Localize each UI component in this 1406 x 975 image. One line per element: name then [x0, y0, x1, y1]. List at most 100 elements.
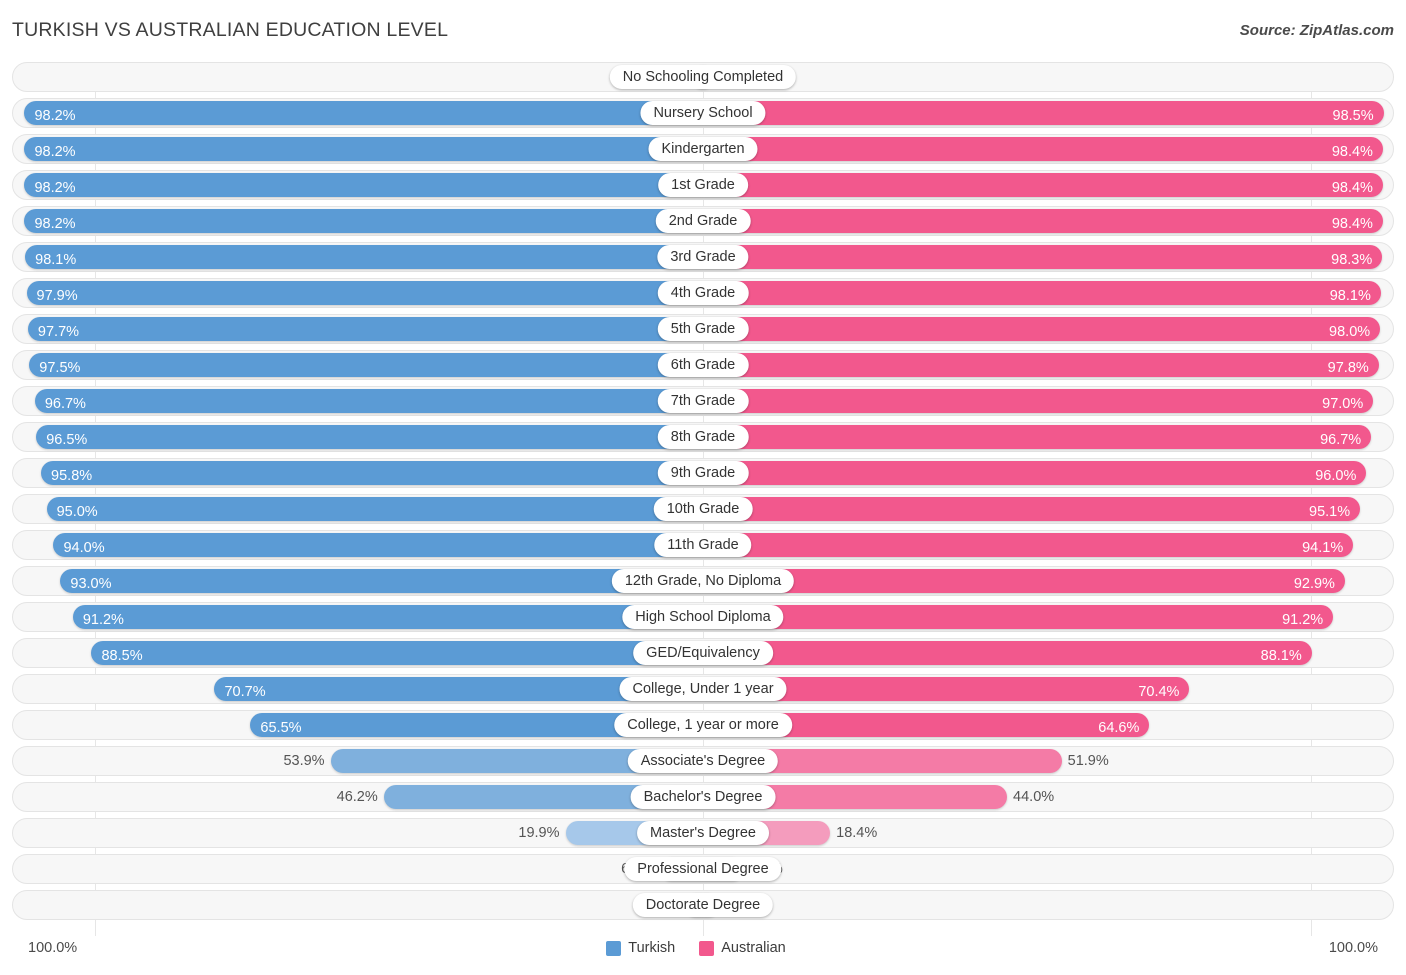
bar-australian[interactable]: 94.1% — [703, 533, 1354, 557]
bar-turkish[interactable]: 97.7% — [27, 317, 703, 341]
value-label-turkish: 88.5% — [101, 648, 143, 664]
value-label-turkish: 98.2% — [34, 180, 76, 196]
value-label-turkish: 98.2% — [34, 216, 76, 232]
bar-australian[interactable]: 92.9% — [703, 569, 1345, 593]
bar-turkish[interactable]: 96.7% — [34, 389, 703, 413]
right-half: 98.4% — [703, 206, 1394, 236]
legend-item[interactable]: Australian — [699, 940, 786, 956]
legend-label: Turkish — [628, 940, 676, 956]
right-half: 92.9% — [703, 566, 1394, 596]
chart-row: 46.2% 44.0% Bachelor's Degree — [12, 782, 1394, 812]
bar-turkish[interactable]: 98.2% — [24, 137, 703, 161]
category-label: 4th Grade — [657, 281, 749, 305]
right-half: 94.1% — [703, 530, 1394, 560]
value-label-turkish: 65.5% — [260, 720, 302, 736]
category-label: 10th Grade — [653, 497, 753, 521]
category-label: 1st Grade — [658, 173, 748, 197]
bar-turkish[interactable]: 95.8% — [41, 461, 703, 485]
bar-australian[interactable]: 98.3% — [703, 245, 1383, 269]
value-label-australian: 97.0% — [1322, 396, 1364, 412]
category-label: 11th Grade — [654, 533, 752, 557]
right-half: 64.6% — [703, 710, 1394, 740]
bar-turkish[interactable]: 98.1% — [25, 245, 703, 269]
category-label: 6th Grade — [657, 353, 749, 377]
left-half: 65.5% — [12, 710, 703, 740]
left-half: 97.7% — [12, 314, 703, 344]
right-half: 97.0% — [703, 386, 1394, 416]
category-label: 8th Grade — [657, 425, 749, 449]
left-half: 95.8% — [12, 458, 703, 488]
chart-row: 88.5% 88.1% GED/Equivalency — [12, 638, 1394, 668]
bar-australian[interactable]: 98.1% — [703, 281, 1381, 305]
right-half: 95.1% — [703, 494, 1394, 524]
bar-australian[interactable]: 98.4% — [703, 137, 1383, 161]
category-label: Nursery School — [640, 101, 766, 125]
chart-row: 98.2% 98.4% 1st Grade — [12, 170, 1394, 200]
value-label-turkish: 98.1% — [35, 252, 77, 268]
bar-turkish[interactable]: 93.0% — [60, 569, 703, 593]
chart-row: 53.9% 51.9% Associate's Degree — [12, 746, 1394, 776]
bar-australian[interactable]: 91.2% — [703, 605, 1334, 629]
chart-row: 97.5% 97.8% 6th Grade — [12, 350, 1394, 380]
bar-australian[interactable]: 98.0% — [703, 317, 1381, 341]
category-label: 7th Grade — [657, 389, 749, 413]
bar-turkish[interactable]: 96.5% — [36, 425, 703, 449]
bar-australian[interactable]: 98.4% — [703, 209, 1383, 233]
value-label-turkish: 98.2% — [34, 108, 76, 124]
bar-turkish[interactable]: 97.5% — [29, 353, 703, 377]
bar-turkish[interactable]: 91.2% — [72, 605, 703, 629]
right-half: 51.9% — [703, 746, 1394, 776]
chart-page: TURKISH VS AUSTRALIAN EDUCATION LEVEL So… — [0, 0, 1406, 975]
left-half: 96.7% — [12, 386, 703, 416]
value-label-australian: 97.8% — [1327, 360, 1369, 376]
chart-header: TURKISH VS AUSTRALIAN EDUCATION LEVEL So… — [0, 0, 1406, 58]
chart-row: 98.2% 98.4% Kindergarten — [12, 134, 1394, 164]
bar-turkish[interactable]: 98.2% — [24, 209, 703, 233]
bar-turkish[interactable]: 97.9% — [26, 281, 703, 305]
left-half: 98.1% — [12, 242, 703, 272]
value-label-australian: 44.0% — [1013, 789, 1055, 805]
value-label-turkish: 98.2% — [34, 144, 76, 160]
chart-legend: Turkish Australian — [12, 940, 1394, 956]
left-half: 98.2% — [12, 98, 703, 128]
left-half: 46.2% — [12, 782, 703, 812]
category-label: GED/Equivalency — [633, 641, 773, 665]
bar-australian[interactable]: 98.4% — [703, 173, 1383, 197]
value-label-australian: 98.0% — [1329, 324, 1371, 340]
bar-australian[interactable]: 96.0% — [703, 461, 1367, 485]
legend-item[interactable]: Turkish — [606, 940, 675, 956]
bar-australian[interactable]: 96.7% — [703, 425, 1372, 449]
chart-row: 6.2%5.9%Professional Degree — [12, 854, 1394, 884]
value-label-australian: 94.1% — [1302, 540, 1344, 556]
value-label-australian: 18.4% — [836, 825, 878, 841]
value-label-turkish: 91.2% — [82, 612, 124, 628]
chart-row: 94.0% 94.1% 11th Grade — [12, 530, 1394, 560]
value-label-turkish: 96.7% — [44, 396, 86, 412]
value-label-australian: 98.5% — [1332, 108, 1374, 124]
bar-australian[interactable]: 88.1% — [703, 641, 1312, 665]
bar-turkish[interactable]: 98.2% — [24, 173, 703, 197]
right-half: 1.6% — [703, 62, 1394, 92]
bar-turkish[interactable]: 88.5% — [91, 641, 703, 665]
value-label-australian: 98.3% — [1331, 252, 1373, 268]
chart-row: 65.5% 64.6% College, 1 year or more — [12, 710, 1394, 740]
value-label-turkish: 19.9% — [518, 825, 560, 841]
chart-row: 19.9% 18.4% Master's Degree — [12, 818, 1394, 848]
left-half: 2.7% — [12, 890, 703, 920]
value-label-australian: 70.4% — [1138, 684, 1180, 700]
bar-australian[interactable]: 98.5% — [703, 101, 1384, 125]
left-half: 97.5% — [12, 350, 703, 380]
right-half: 96.7% — [703, 422, 1394, 452]
bar-australian[interactable]: 95.1% — [703, 497, 1361, 521]
category-label: 9th Grade — [657, 461, 749, 485]
left-half: 88.5% — [12, 638, 703, 668]
bar-turkish[interactable]: 98.2% — [24, 101, 703, 125]
bar-australian[interactable]: 97.8% — [703, 353, 1379, 377]
legend-swatch-icon — [606, 940, 622, 956]
bar-turkish[interactable]: 94.0% — [53, 533, 703, 557]
bar-turkish[interactable]: 95.0% — [46, 497, 703, 521]
left-half: 19.9% — [12, 818, 703, 848]
left-half: 94.0% — [12, 530, 703, 560]
bar-australian[interactable]: 97.0% — [703, 389, 1374, 413]
value-label-turkish: 95.0% — [56, 504, 98, 520]
